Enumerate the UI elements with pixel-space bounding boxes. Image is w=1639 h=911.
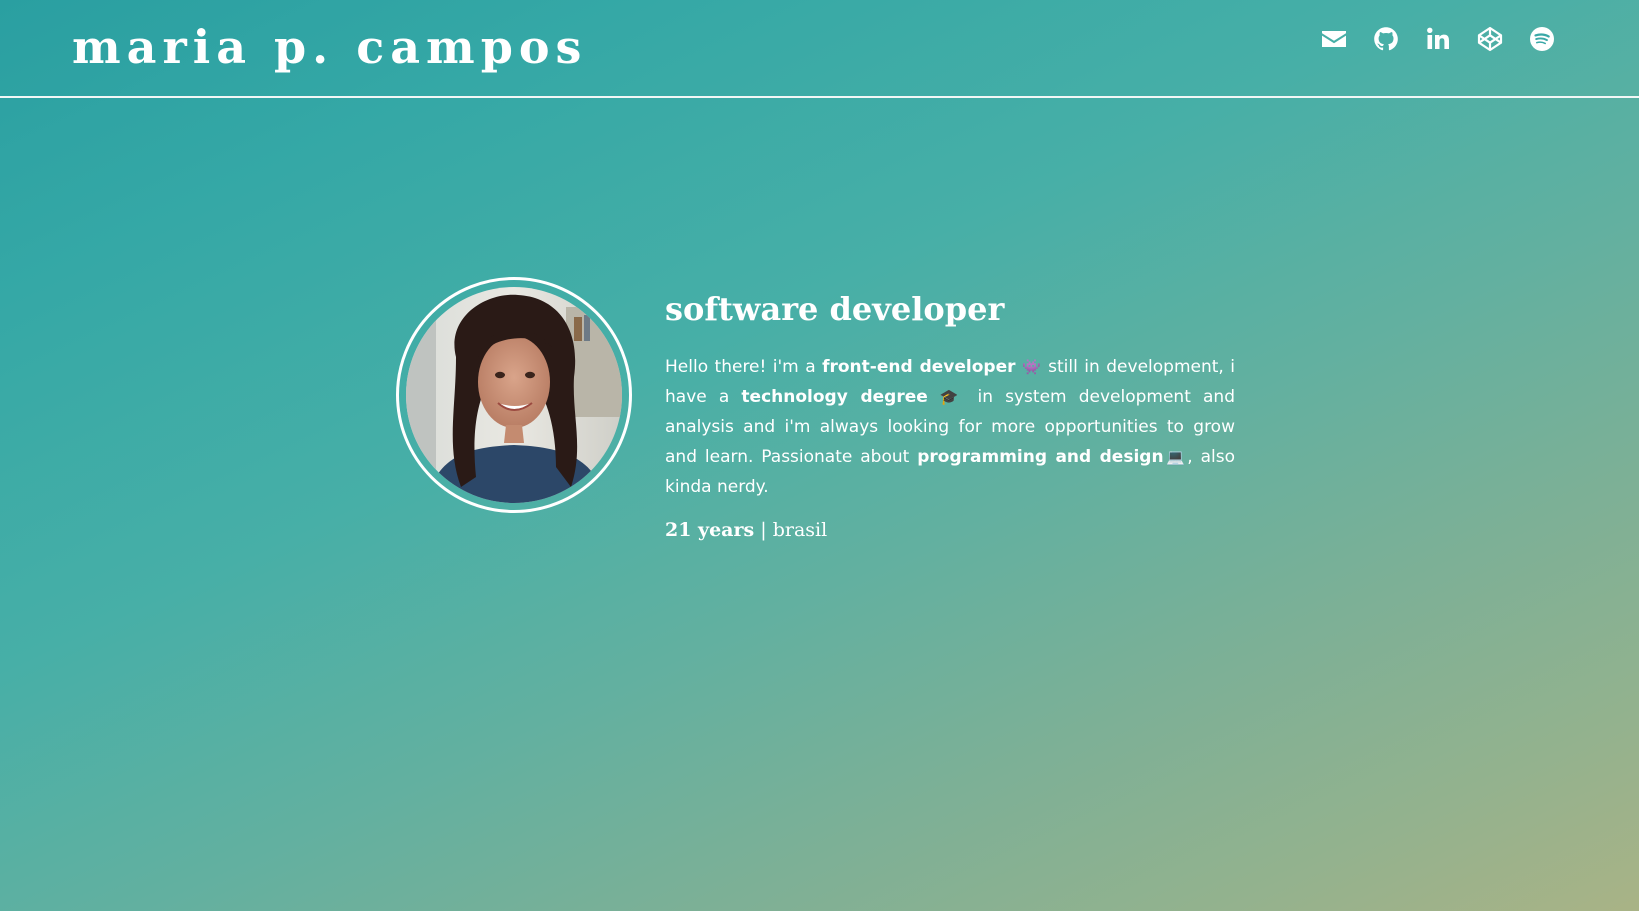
spotify-link[interactable] (1529, 26, 1555, 52)
email-link[interactable] (1321, 26, 1347, 52)
bio-highlight: programming and design (917, 447, 1164, 467)
codepen-link[interactable] (1477, 26, 1503, 52)
age-text: 21 years (665, 519, 755, 541)
github-icon (1374, 27, 1398, 51)
graduation-cap-icon: 🎓 (939, 388, 966, 406)
linkedin-icon (1427, 27, 1449, 49)
profile-photo-frame (396, 277, 632, 513)
alien-monster-icon: 👾 (1021, 358, 1042, 376)
portrait-image (406, 287, 622, 503)
country-text: brasil (772, 519, 828, 541)
meta-separator: | (760, 519, 767, 541)
social-links (1321, 26, 1555, 52)
site-title: maria p. campos (72, 20, 588, 74)
top-bar: maria p. campos (0, 0, 1639, 98)
linkedin-link[interactable] (1425, 26, 1451, 52)
bio-paragraph: Hello there! i'm a front-end developer 👾… (665, 352, 1235, 502)
role-heading: software developer (665, 290, 1005, 328)
laptop-icon: 💻 (1163, 448, 1188, 466)
bio-highlight: technology degree (741, 387, 928, 407)
envelope-icon (1322, 31, 1346, 47)
profile-meta: 21 years | brasil (665, 516, 1235, 544)
github-link[interactable] (1373, 26, 1399, 52)
spotify-icon (1530, 27, 1554, 51)
about-section: software developer Hello there! i'm a fr… (665, 284, 1235, 544)
profile-photo (406, 287, 622, 503)
codepen-icon (1477, 26, 1503, 52)
bio-highlight: front-end developer (822, 357, 1016, 377)
bio-text: Hello there! i'm a (665, 357, 823, 377)
